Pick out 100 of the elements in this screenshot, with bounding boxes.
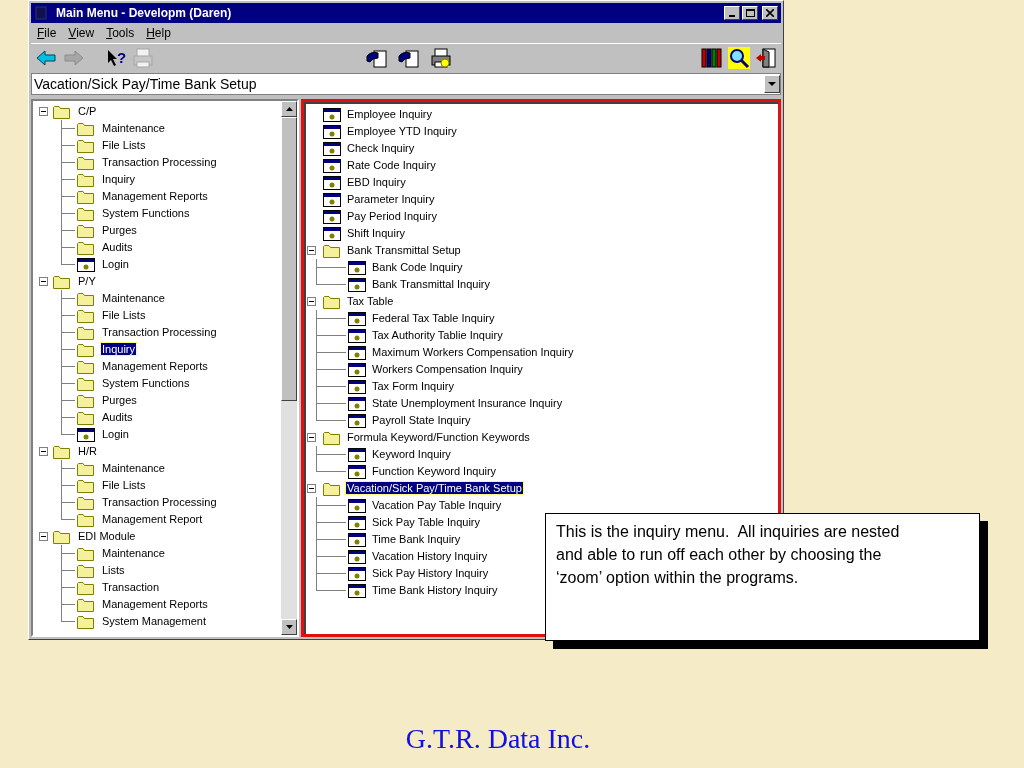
tree-item[interactable]: Vacation Pay Table Inquiry <box>371 499 503 512</box>
tree-item[interactable]: Rate Code Inquiry <box>346 159 437 172</box>
close-button[interactable] <box>762 6 778 20</box>
scroll-thumb[interactable] <box>281 117 297 401</box>
tree-item[interactable]: Formula Keyword/Function Keywords <box>346 431 531 444</box>
tree-item[interactable]: System Management <box>101 615 207 628</box>
tree-item[interactable]: EDI Module <box>77 530 137 543</box>
tree-item[interactable]: Pay Period Inquiry <box>346 210 438 223</box>
collapse-toggle-icon[interactable] <box>307 484 316 493</box>
tree-item[interactable]: Transaction <box>101 581 161 594</box>
folder-icon <box>77 512 95 527</box>
tree-item[interactable]: Sick Pay Table Inquiry <box>371 516 482 529</box>
collapse-toggle-icon[interactable] <box>39 277 48 286</box>
tree-item[interactable]: Workers Compensation Inquiry <box>371 363 524 376</box>
tree-item[interactable]: Check Inquiry <box>346 142 416 155</box>
tree-item[interactable]: Vacation History Inquiry <box>371 550 489 563</box>
tree-item[interactable]: Transaction Processing <box>101 326 218 339</box>
tree-item[interactable]: File Lists <box>101 479 147 492</box>
tree-item[interactable]: Login <box>101 428 130 441</box>
tree-item[interactable]: Management Report <box>101 513 204 526</box>
tree-item[interactable]: Purges <box>101 394 138 407</box>
tree-item[interactable]: Maintenance <box>101 547 166 560</box>
folder-icon <box>77 563 95 578</box>
folder-icon <box>53 104 71 119</box>
tree-item[interactable]: EBD Inquiry <box>346 176 407 189</box>
tree-item[interactable]: Inquiry <box>101 173 137 186</box>
tree-item[interactable]: P/Y <box>77 275 97 288</box>
tree-item[interactable]: Lists <box>101 564 126 577</box>
tree-item[interactable]: System Functions <box>101 377 191 390</box>
tree-item[interactable]: Audits <box>101 411 134 424</box>
tree-item[interactable]: Time Bank Inquiry <box>371 533 462 546</box>
tree-item[interactable]: Function Keyword Inquiry <box>371 465 498 478</box>
tree-item[interactable]: Purges <box>101 224 138 237</box>
menu-item[interactable]: Help <box>146 24 171 42</box>
company-name: G.T.R. Data Inc. <box>405 722 591 756</box>
scrollbar[interactable] <box>281 101 297 635</box>
tree-item[interactable]: Sick Pay History Inquiry <box>371 567 490 580</box>
menu-item[interactable]: File <box>37 24 57 42</box>
maximize-button[interactable] <box>742 6 758 20</box>
tree-item[interactable]: Employee YTD Inquiry <box>346 125 458 138</box>
tree-item[interactable]: System Functions <box>101 207 191 220</box>
collapse-toggle-icon[interactable] <box>39 447 48 456</box>
folder-icon <box>77 172 95 187</box>
tree-item[interactable]: Tax Form Inquiry <box>371 380 455 393</box>
folder-icon <box>77 495 95 510</box>
tree-item[interactable]: Inquiry <box>101 343 137 356</box>
tree-item[interactable]: Tax Authority Tablie Inquiry <box>371 329 504 342</box>
program-icon <box>348 277 366 292</box>
tree-item[interactable]: Maximum Workers Compensation Inquiry <box>371 346 575 359</box>
books-icon[interactable] <box>699 45 725 70</box>
program-icon <box>323 175 341 190</box>
tree-item[interactable]: File Lists <box>101 139 147 152</box>
collapse-toggle-icon[interactable] <box>39 532 48 541</box>
tree-item[interactable]: Maintenance <box>101 122 166 135</box>
tree-item[interactable]: Federal Tax Table Inquiry <box>371 312 496 325</box>
menu-item[interactable]: Tools <box>106 24 135 42</box>
tree-item[interactable]: File Lists <box>101 309 147 322</box>
tree-item[interactable]: Bank Transmittal Setup <box>346 244 462 257</box>
tree-item[interactable]: Keyword Inquiry <box>371 448 452 461</box>
folder-icon <box>77 359 95 374</box>
search-icon[interactable] <box>726 45 752 70</box>
tree-item[interactable]: Bank Transmittal Inquiry <box>371 278 491 291</box>
tree-item[interactable]: Audits <box>101 241 134 254</box>
minimize-button[interactable] <box>724 6 740 20</box>
tree-item[interactable]: Parameter Inquiry <box>346 193 436 206</box>
tree-item[interactable]: H/R <box>77 445 98 458</box>
dropdown-button[interactable] <box>764 75 780 93</box>
tree-item[interactable]: Bank Code Inquiry <box>371 261 464 274</box>
folder-icon <box>77 189 95 204</box>
tree-item[interactable]: Login <box>101 258 130 271</box>
collapse-toggle-icon[interactable] <box>39 107 48 116</box>
location-dropdown[interactable]: Vacation/Sick Pay/Time Bank Setup <box>31 73 781 95</box>
scroll-up-button[interactable] <box>281 101 297 117</box>
menu-item[interactable]: View <box>68 24 95 42</box>
tree-item[interactable]: Maintenance <box>101 292 166 305</box>
tree-item[interactable]: Tax Table <box>346 295 395 308</box>
callout-text: This is the inquiry menu. All inquiries are nested and able to run off each other by choosing the ‘zoom’ option within the programs. <box>556 522 901 588</box>
tree-item[interactable]: Time Bank History Inquiry <box>371 584 499 597</box>
tree-item[interactable]: Payroll State Inquiry <box>371 414 472 427</box>
tree-item[interactable]: Employee Inquiry <box>346 108 433 121</box>
tree-item[interactable]: Management Reports <box>101 360 209 373</box>
collapse-toggle-icon[interactable] <box>307 433 316 442</box>
folder-icon <box>77 240 95 255</box>
program-icon <box>348 464 366 479</box>
program-icon <box>348 549 366 564</box>
tree-item[interactable]: Management Reports <box>101 190 209 203</box>
tree-item[interactable]: Transaction Processing <box>101 156 218 169</box>
program-icon <box>348 379 366 394</box>
scroll-down-button[interactable] <box>281 619 297 635</box>
collapse-toggle-icon[interactable] <box>307 297 316 306</box>
tree-item[interactable]: Vacation/Sick Pay/Time Bank Setup <box>346 482 523 495</box>
tree-item[interactable]: State Unemployment Insurance Inquiry <box>371 397 564 410</box>
tree-item[interactable]: C/P <box>77 105 98 118</box>
tree-item[interactable]: Management Reports <box>101 598 209 611</box>
folder-icon <box>77 206 95 221</box>
collapse-toggle-icon[interactable] <box>307 246 316 255</box>
folder-icon <box>53 529 71 544</box>
tree-item[interactable]: Maintenance <box>101 462 166 475</box>
tree-item[interactable]: Shift Inquiry <box>346 227 407 240</box>
tree-item[interactable]: Transaction Processing <box>101 496 218 509</box>
